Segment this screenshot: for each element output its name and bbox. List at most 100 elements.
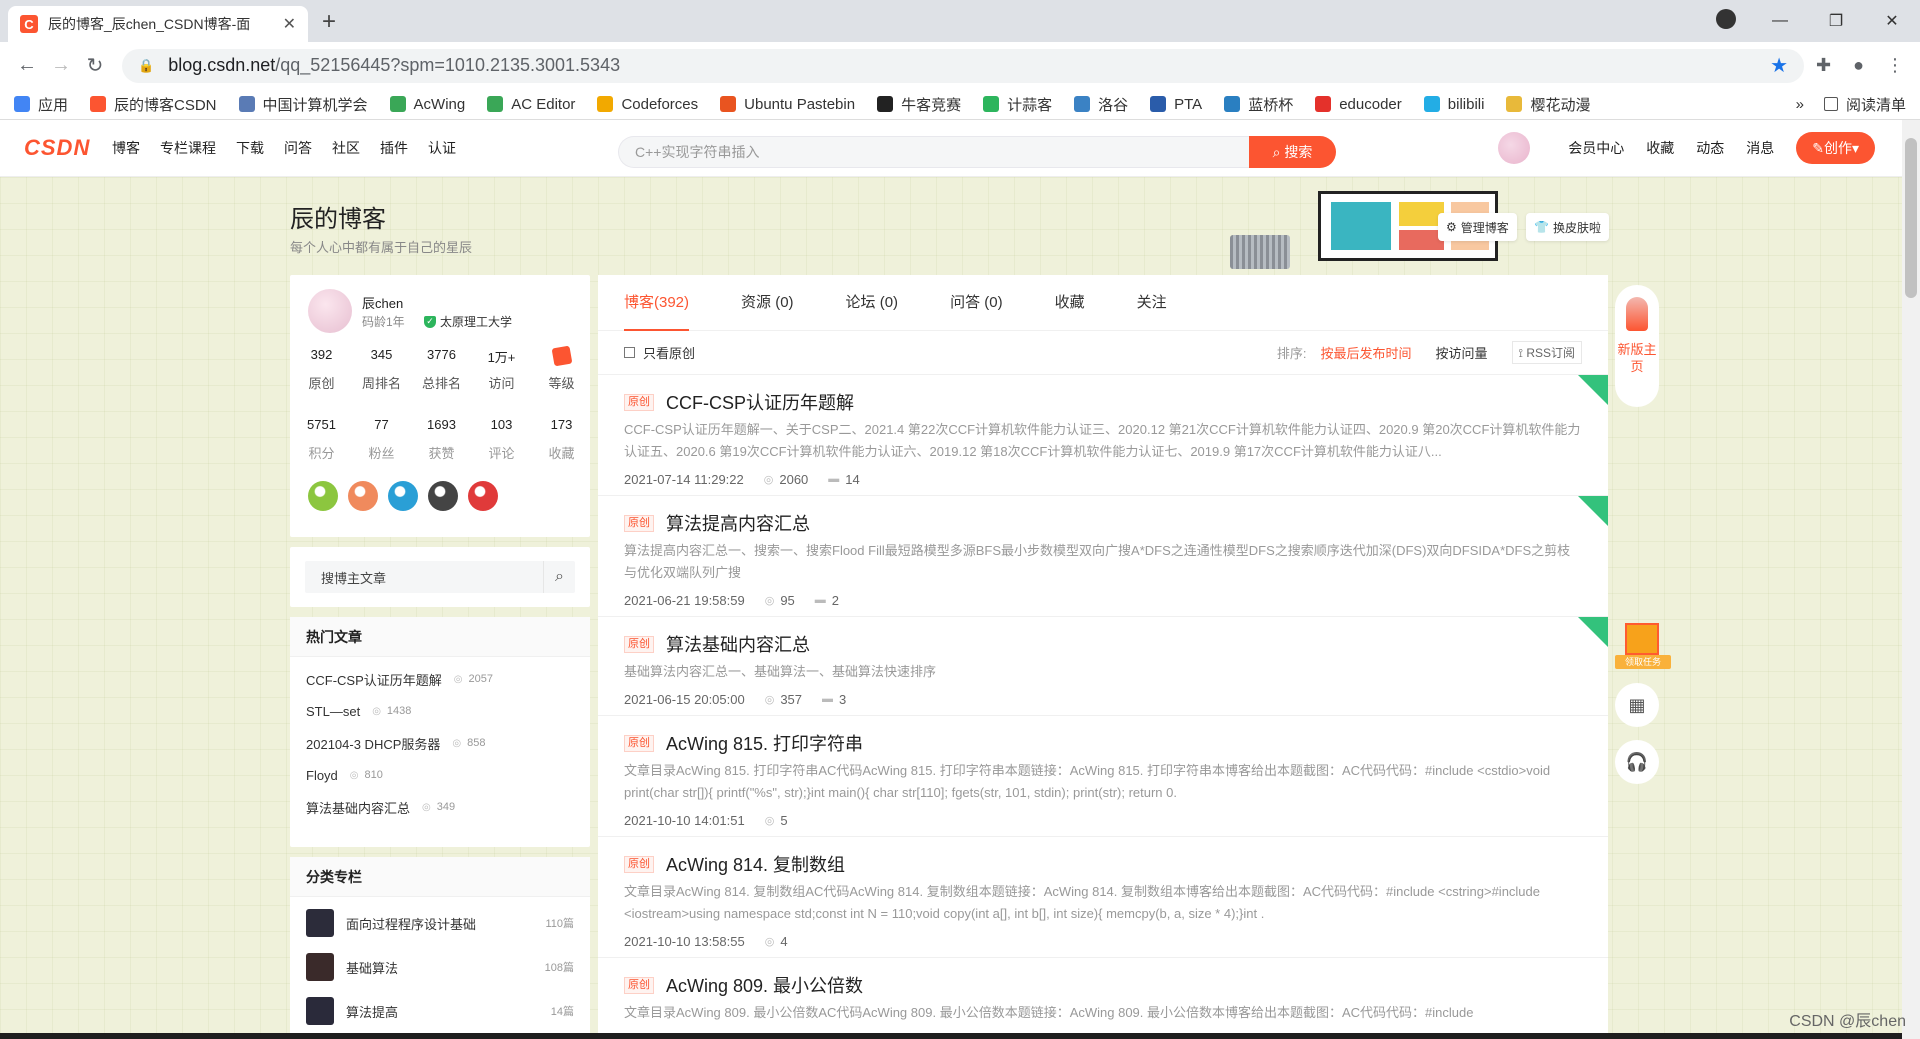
toolbar-link[interactable]: 会员中心 <box>1568 138 1624 158</box>
csdn-search-input[interactable]: C++实现字符串插入 <box>618 136 1249 168</box>
toolbar-link[interactable]: 消息 <box>1746 138 1774 158</box>
bookmark-item[interactable]: PTA <box>1150 96 1202 113</box>
change-skin-button[interactable]: 👕 换皮肤啦 <box>1526 213 1609 241</box>
bookmark-item[interactable]: Codeforces <box>597 96 698 113</box>
bookmark-item[interactable]: 牛客竞赛 <box>877 94 961 115</box>
minimize-icon[interactable]: — <box>1752 12 1808 30</box>
reload-icon[interactable]: ↻ <box>78 53 112 78</box>
article-item[interactable]: 原创 AcWing 814. 复制数组 文章目录AcWing 814. 复制数组AC… <box>598 837 1608 958</box>
page-scrollbar[interactable] <box>1902 120 1920 1039</box>
article-title[interactable]: AcWing 815. 打印字符串 <box>666 730 863 756</box>
sort-views-option[interactable]: 按访问量 <box>1435 343 1487 362</box>
achievement-badge-icon[interactable] <box>388 481 418 511</box>
profile-menu-icon[interactable] <box>1696 8 1752 34</box>
article-item[interactable]: 原创 AcWing 809. 最小公倍数 文章目录AcWing 809. 最小公倍数… <box>598 958 1608 1039</box>
main-tab[interactable]: 关注 <box>1137 275 1167 331</box>
achievement-badge-icon[interactable] <box>348 481 378 511</box>
bookmark-item[interactable]: 辰的博客CSDN <box>90 94 217 115</box>
browser-tab[interactable]: C 辰的博客_辰chen_CSDN博客-面 ✕ <box>8 6 308 42</box>
csdn-nav-link[interactable]: 专栏课程 <box>160 138 216 158</box>
achievement-badge-icon[interactable] <box>468 481 498 511</box>
stat-item[interactable]: 1693 获赞 <box>413 417 470 462</box>
forward-icon[interactable]: → <box>44 54 78 77</box>
bookmark-star-icon[interactable]: ★ <box>1770 53 1788 78</box>
bookmark-item[interactable]: Ubuntu Pastebin <box>720 96 855 113</box>
achievement-badge-icon[interactable] <box>308 481 338 511</box>
only-original-label[interactable]: 只看原创 <box>643 343 695 362</box>
hot-article-item[interactable]: 202104-3 DHCP服务器 ◎ 858 <box>290 727 590 759</box>
stat-item[interactable]: 173 收藏 <box>533 417 590 462</box>
stat-item[interactable]: 77 粉丝 <box>353 417 410 462</box>
task-gift-button[interactable]: 领取任务 <box>1615 615 1671 669</box>
bookmark-item[interactable]: 应用 <box>14 94 68 115</box>
account-icon[interactable]: ● <box>1853 55 1864 76</box>
article-title[interactable]: CCF-CSP认证历年题解 <box>666 389 854 415</box>
bookmark-item[interactable]: educoder <box>1315 96 1402 113</box>
bookmark-item[interactable]: AcWing <box>389 96 465 113</box>
column-item[interactable]: 算法提高 14篇 <box>290 989 590 1033</box>
main-tab[interactable]: 博客(392) <box>624 275 690 331</box>
browser-menu-icon[interactable]: ⋮ <box>1886 55 1904 76</box>
hot-article-item[interactable]: Floyd ◎ 810 <box>290 759 590 791</box>
sidebar-search-input[interactable]: 搜博主文章 ⌕ <box>305 561 575 593</box>
lock-icon[interactable]: 🔒 <box>138 58 154 74</box>
csdn-nav-link[interactable]: 下载 <box>236 138 264 158</box>
achievement-badge-icon[interactable] <box>428 481 458 511</box>
hot-article-item[interactable]: STL—set ◎ 1438 <box>290 695 590 727</box>
stat-item[interactable]: 3776 总排名 <box>413 347 470 392</box>
stat-item[interactable]: 345 周排名 <box>353 347 410 392</box>
stat-item[interactable]: 5751 积分 <box>293 417 350 462</box>
bookmark-item[interactable]: AC Editor <box>487 96 575 113</box>
article-title[interactable]: 算法提高内容汇总 <box>666 510 810 536</box>
sort-latest-option[interactable]: 按最后发布时间 <box>1320 343 1411 362</box>
csdn-nav-link[interactable]: 插件 <box>380 138 408 158</box>
stat-item[interactable]: 103 评论 <box>473 417 530 462</box>
qr-code-icon[interactable]: ▦ <box>1615 683 1659 727</box>
new-tab-button[interactable]: + <box>322 8 336 36</box>
bookmark-item[interactable]: 中国计算机学会 <box>238 94 368 115</box>
toolbar-link[interactable]: 动态 <box>1696 138 1724 158</box>
rss-button[interactable]: ⟟ RSS订阅 <box>1511 341 1582 364</box>
scrollbar-thumb[interactable] <box>1905 138 1917 298</box>
article-item[interactable]: 原创 AcWing 815. 打印字符串 文章目录AcWing 815. 打印字符串… <box>598 716 1608 837</box>
bookmark-item[interactable]: 樱花动漫 <box>1506 94 1590 115</box>
new-home-button[interactable]: 新版主页 <box>1615 285 1659 407</box>
article-title[interactable]: AcWing 814. 复制数组 <box>666 851 845 877</box>
create-button[interactable]: ✎ 创作 ▾ <box>1796 132 1875 164</box>
csdn-nav-link[interactable]: 认证 <box>428 138 456 158</box>
hot-article-item[interactable]: CCF-CSP认证历年题解 ◎ 2057 <box>290 663 590 695</box>
profile-name[interactable]: 辰chen <box>362 293 403 312</box>
only-original-checkbox[interactable] <box>624 347 635 358</box>
column-item[interactable]: 基础算法 108篇 <box>290 945 590 989</box>
close-window-icon[interactable]: ✕ <box>1864 11 1920 31</box>
article-item[interactable]: 原创 算法提高内容汇总 算法提高内容汇总一、搜索一、搜索Flood Fill最短路模… <box>598 496 1608 617</box>
user-avatar[interactable] <box>1498 132 1531 164</box>
manage-blog-button[interactable]: ⚙ 管理博客 <box>1438 213 1517 241</box>
toolbar-link[interactable]: 收藏 <box>1646 138 1674 158</box>
reading-list-button[interactable]: 阅读清单 <box>1823 94 1906 115</box>
maximize-icon[interactable]: ❐ <box>1808 11 1864 31</box>
article-item[interactable]: 原创 CCF-CSP认证历年题解 CCF-CSP认证历年题解一、关于CSP二、202… <box>598 375 1608 496</box>
bookmark-item[interactable]: 计蒜客 <box>983 94 1052 115</box>
bookmark-item[interactable]: 蓝桥杯 <box>1224 94 1293 115</box>
stat-item[interactable]: 1万+ 访问 <box>473 347 530 392</box>
main-tab[interactable]: 论坛 (0) <box>846 275 899 331</box>
avatar[interactable] <box>308 289 352 333</box>
close-tab-icon[interactable]: ✕ <box>283 14 296 34</box>
main-tab[interactable]: 收藏 <box>1055 275 1085 331</box>
url-input[interactable]: 🔒 blog.csdn.net/qq_52156445?spm=1010.213… <box>122 48 1805 83</box>
csdn-nav-link[interactable]: 社区 <box>332 138 360 158</box>
csdn-logo[interactable]: CSDN <box>24 135 112 161</box>
csdn-nav-link[interactable]: 博客 <box>112 138 140 158</box>
stat-item[interactable]: 392 原创 <box>293 347 350 392</box>
bookmarks-more-icon[interactable]: » <box>1796 96 1804 113</box>
main-tab[interactable]: 问答 (0) <box>950 275 1003 331</box>
csdn-nav-link[interactable]: 问答 <box>284 138 312 158</box>
article-item[interactable]: 原创 算法基础内容汇总 基础算法内容汇总一、基础算法一、基础算法快速排序 2021-0… <box>598 617 1608 716</box>
hot-article-item[interactable]: 算法基础内容汇总 ◎ 349 <box>290 791 590 823</box>
bookmark-item[interactable]: bilibili <box>1423 96 1484 113</box>
headset-icon[interactable]: 🎧 <box>1615 740 1659 784</box>
stat-item[interactable]: 等级 <box>533 345 590 392</box>
back-icon[interactable]: ← <box>10 54 44 77</box>
article-title[interactable]: AcWing 809. 最小公倍数 <box>666 972 863 998</box>
